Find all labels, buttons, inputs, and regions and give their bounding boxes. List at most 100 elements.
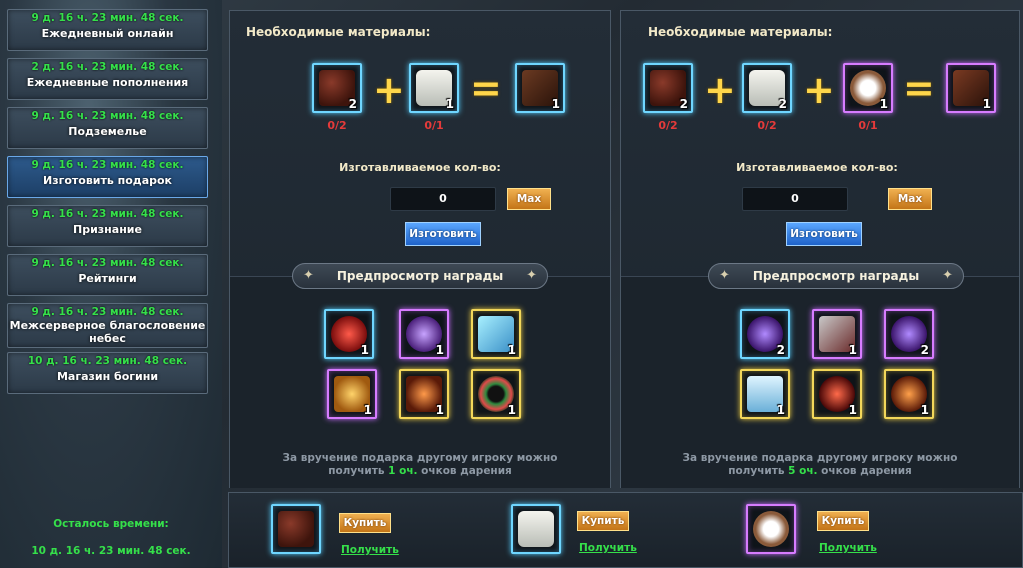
item-count: 1 [445, 97, 454, 111]
sidebar-item-label: Изготовить подарок [42, 174, 173, 187]
ingredient-need: 0/1 [424, 119, 444, 132]
reward-slot[interactable]: 1 [812, 369, 862, 419]
sidebar-item-craft-gift[interactable]: 9 д. 16 ч. 23 мин. 48 сек. Изготовить по… [7, 156, 208, 198]
equals-icon: = [470, 66, 502, 110]
ingredient-need: 0/1 [858, 119, 878, 132]
craft-panel-2: Необходимые материалы: 2 0/2 + 2 0/2 + 1… [620, 10, 1020, 488]
shop-item-slot[interactable] [746, 504, 796, 554]
sidebar-item-label: Рейтинги [78, 272, 137, 285]
sidebar-item-recognition[interactable]: 9 д. 16 ч. 23 мин. 48 сек. Признание [7, 205, 208, 247]
sidebar-item-label: Межсерверное благословение небес [9, 319, 206, 345]
materials-title: Необходимые материалы: [246, 25, 431, 39]
buy-button[interactable]: Купить [339, 513, 391, 533]
quantity-input[interactable]: 0 [390, 187, 496, 211]
reward-slot[interactable]: 2 [884, 309, 934, 359]
reward-slot[interactable]: 1 [327, 369, 377, 419]
gift-note-line1: За вручение подарка другому игроку можно [682, 452, 958, 464]
craft-button[interactable]: Изготовить [786, 222, 862, 246]
item-count: 2 [920, 343, 929, 357]
ingredient-need: 0/2 [327, 119, 347, 132]
flour-bowl-icon [753, 511, 789, 547]
item-count: 1 [879, 97, 888, 111]
reward-preview-area: ✦ Предпросмотр награды ✦ 2 1 2 1 1 1 За [621, 263, 1019, 488]
item-count: 1 [507, 343, 516, 357]
result-slot[interactable]: 1 [946, 63, 996, 113]
get-link[interactable]: Получить [579, 542, 637, 554]
result-slot[interactable]: 1 [515, 63, 565, 113]
sidebar-item-goddess-shop[interactable]: 10 д. 16 ч. 23 мин. 48 сек. Магазин боги… [7, 352, 208, 394]
sidebar-item-timer: 9 д. 16 ч. 23 мин. 48 сек. [31, 159, 184, 171]
sidebar-item-timer: 10 д. 16 ч. 23 мин. 48 сек. [27, 355, 188, 367]
reward-slot[interactable]: 1 [399, 309, 449, 359]
item-count: 2 [776, 343, 785, 357]
ingredient-slot[interactable]: 1 [409, 63, 459, 113]
gift-points: 1 оч. [388, 465, 418, 477]
remaining-time-title: Осталось времени: [53, 518, 169, 530]
gift-note-line1: За вручение подарка другому игроку можно [282, 452, 558, 464]
sidebar-item-daily-online[interactable]: 9 д. 16 ч. 23 мин. 48 сек. Ежедневный он… [7, 9, 208, 51]
buy-button[interactable]: Купить [817, 511, 869, 531]
ornament-right-icon: ✦ [526, 268, 537, 283]
gift-note-prefix: получить [728, 465, 785, 477]
ingredient-slot[interactable]: 2 [742, 63, 792, 113]
reward-preview-title: Предпросмотр награды [752, 269, 920, 283]
sidebar-item-timer: 9 д. 16 ч. 23 мин. 48 сек. [31, 257, 184, 269]
reward-slot[interactable]: 1 [812, 309, 862, 359]
milk-mug-icon [518, 511, 554, 547]
material-shop-bar: Купить Получить Купить Получить Купить П… [228, 492, 1023, 568]
sidebar-item-cross-server-blessing[interactable]: 9 д. 16 ч. 23 мин. 48 сек. Межсерверное … [7, 303, 208, 348]
sidebar-item-ratings[interactable]: 9 д. 16 ч. 23 мин. 48 сек. Рейтинги [7, 254, 208, 296]
reward-slot[interactable]: 1 [471, 369, 521, 419]
sidebar-item-timer: 9 д. 16 ч. 23 мин. 48 сек. [31, 12, 184, 24]
sidebar-item-label: Подземелье [68, 125, 147, 138]
reward-slot[interactable]: 1 [324, 309, 374, 359]
shop-item-slot[interactable] [271, 504, 321, 554]
sidebar-item-label: Ежедневный онлайн [41, 27, 174, 40]
item-count: 1 [363, 403, 372, 417]
shop-item-slot[interactable] [511, 504, 561, 554]
sidebar-item-label: Магазин богини [56, 370, 159, 383]
get-link[interactable]: Получить [341, 544, 399, 556]
item-count: 1 [507, 403, 516, 417]
cocoa-beans-icon [278, 511, 314, 547]
materials-title: Необходимые материалы: [648, 25, 833, 39]
quantity-label: Изготавливаемое кол-во: [736, 161, 898, 174]
gift-points: 5 оч. [788, 465, 818, 477]
ornament-left-icon: ✦ [719, 268, 730, 283]
reward-slot[interactable]: 1 [471, 309, 521, 359]
quantity-input[interactable]: 0 [742, 187, 848, 211]
reward-preview-area: ✦ Предпросмотр награды ✦ 1 1 1 1 1 1 За [230, 263, 610, 488]
sidebar-item-dungeon[interactable]: 9 д. 16 ч. 23 мин. 48 сек. Подземелье [7, 107, 208, 149]
reward-preview-title: Предпросмотр награды [336, 269, 504, 283]
item-count: 1 [848, 343, 857, 357]
sidebar-item-label: Признание [73, 223, 142, 236]
sidebar-item-timer: 9 д. 16 ч. 23 мин. 48 сек. [31, 306, 184, 318]
max-button[interactable]: Max [507, 188, 551, 210]
craft-button[interactable]: Изготовить [405, 222, 481, 246]
item-count: 2 [778, 97, 787, 111]
quantity-label: Изготавливаемое кол-во: [339, 161, 501, 174]
ingredient-slot[interactable]: 2 [643, 63, 693, 113]
ingredient-slot[interactable]: 2 [312, 63, 362, 113]
ingredient-need: 0/2 [658, 119, 678, 132]
ingredient-slot[interactable]: 1 [843, 63, 893, 113]
item-count: 1 [982, 97, 991, 111]
get-link[interactable]: Получить [819, 542, 877, 554]
gift-note-suffix: очков дарения [421, 465, 512, 477]
sidebar-item-daily-topup[interactable]: 2 д. 16 ч. 23 мин. 48 сек. Ежедневные по… [7, 58, 208, 100]
max-button[interactable]: Max [888, 188, 932, 210]
reward-preview-banner: ✦ Предпросмотр награды ✦ [292, 263, 548, 289]
ornament-left-icon: ✦ [303, 268, 314, 283]
reward-slot[interactable]: 2 [740, 309, 790, 359]
reward-slot[interactable]: 1 [399, 369, 449, 419]
gift-note-suffix: очков дарения [821, 465, 912, 477]
equals-icon: = [903, 66, 935, 110]
item-count: 1 [551, 97, 560, 111]
reward-slot[interactable]: 1 [884, 369, 934, 419]
gift-note-line2: получить 1 оч. очков дарения [230, 465, 610, 478]
item-count: 1 [848, 403, 857, 417]
reward-slot[interactable]: 1 [740, 369, 790, 419]
item-count: 1 [435, 403, 444, 417]
buy-button[interactable]: Купить [577, 511, 629, 531]
sidebar-item-timer: 9 д. 16 ч. 23 мин. 48 сек. [31, 110, 184, 122]
